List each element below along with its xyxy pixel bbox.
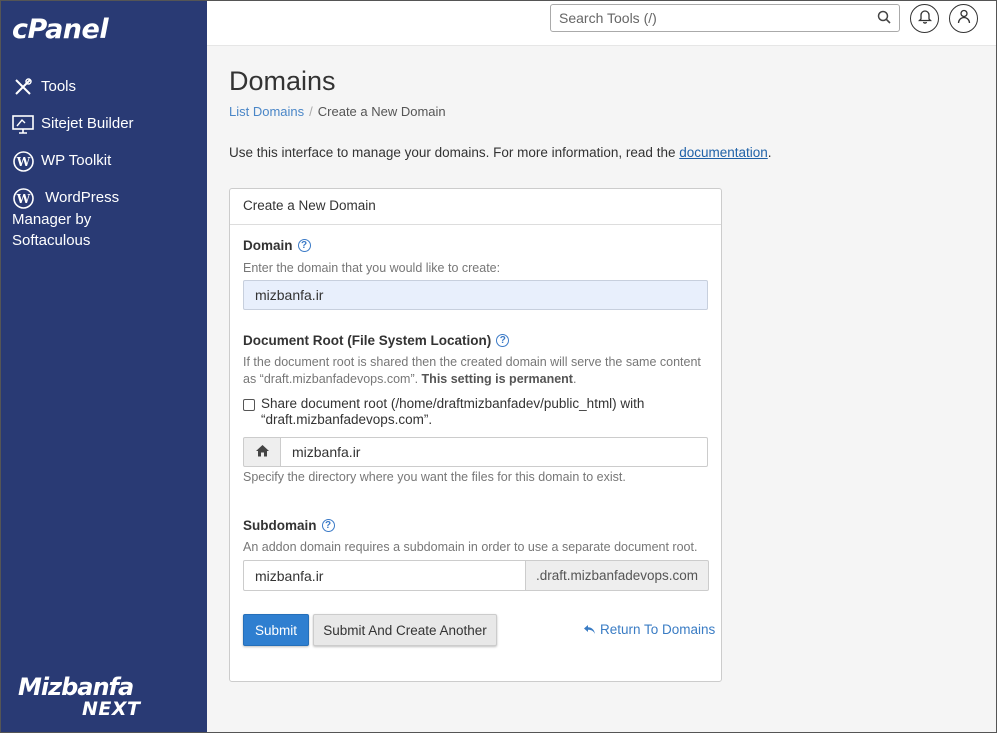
sidebar-item-wordpress-manager[interactable]: W WordPress Manager by Softaculous bbox=[0, 187, 150, 251]
sidebar-item-wp-toolkit[interactable]: W WP Toolkit bbox=[0, 150, 207, 172]
wordpress-icon: W bbox=[12, 150, 34, 172]
help-icon[interactable]: ? bbox=[321, 519, 335, 532]
sitejet-icon bbox=[12, 113, 34, 135]
bell-icon bbox=[917, 9, 932, 29]
domain-label: Domain ? bbox=[243, 238, 311, 253]
submit-and-create-another-button[interactable]: Submit And Create Another bbox=[313, 614, 497, 646]
breadcrumb: List Domains / Create a New Domain bbox=[229, 104, 446, 119]
breadcrumb-current: Create a New Domain bbox=[317, 104, 446, 119]
subdomain-suffix: .draft.mizbanfadevops.com bbox=[525, 560, 709, 591]
domain-label-text: Domain bbox=[243, 238, 293, 253]
home-addon bbox=[243, 437, 281, 467]
documentation-link[interactable]: documentation bbox=[679, 145, 768, 160]
share-docroot-label[interactable]: Share document root (/home/draftmizbanfa… bbox=[261, 396, 703, 428]
sidebar-item-label: Sitejet Builder bbox=[41, 115, 134, 132]
svg-text:W: W bbox=[15, 155, 30, 169]
help-icon[interactable]: ? bbox=[297, 239, 311, 252]
panel-title: Create a New Domain bbox=[230, 189, 721, 225]
share-docroot-row: Share document root (/home/draftmizbanfa… bbox=[243, 396, 703, 428]
return-arrow-icon bbox=[583, 624, 596, 635]
svg-text:W: W bbox=[15, 192, 30, 206]
subdomain-input[interactable]: mizbanfa.ir bbox=[243, 560, 526, 591]
document-root-label: Document Root (File System Location) ? bbox=[243, 333, 510, 348]
hint-period: . bbox=[572, 372, 577, 386]
sidebar-item-sitejet[interactable]: Sitejet Builder bbox=[0, 113, 207, 135]
search-input[interactable] bbox=[551, 5, 861, 31]
permanent-warning: This setting is permanent bbox=[421, 372, 573, 386]
breadcrumb-separator: / bbox=[309, 104, 313, 119]
page-title: Domains bbox=[229, 66, 336, 96]
user-icon bbox=[957, 9, 971, 29]
breadcrumb-list-domains-link[interactable]: List Domains bbox=[229, 104, 304, 119]
cpanel-logo[interactable]: cPanel bbox=[12, 14, 109, 45]
tools-icon bbox=[12, 76, 34, 98]
document-root-after-hint: Specify the directory where you want the… bbox=[243, 470, 626, 484]
submit-button[interactable]: Submit bbox=[243, 614, 309, 646]
sidebar: cPanel Tools Sitejet Builder W WP Toolki… bbox=[0, 0, 207, 733]
return-to-domains-link[interactable]: Return To Domains bbox=[583, 622, 715, 637]
user-menu-button[interactable] bbox=[949, 4, 978, 33]
intro-period: . bbox=[767, 145, 772, 160]
sidebar-nav: Tools Sitejet Builder W WP Toolkit W Wor… bbox=[0, 76, 207, 266]
wordpress-icon: W bbox=[12, 187, 34, 209]
top-bar bbox=[207, 0, 997, 46]
help-icon[interactable]: ? bbox=[496, 334, 510, 347]
subdomain-label-text: Subdomain bbox=[243, 518, 317, 533]
document-root-input[interactable]: mizbanfa.ir bbox=[280, 437, 708, 467]
create-domain-panel: Create a New Domain Domain ? Enter the d… bbox=[229, 188, 722, 682]
domain-input[interactable]: mizbanfa.ir bbox=[243, 280, 708, 310]
return-to-domains-label[interactable]: Return To Domains bbox=[600, 622, 715, 637]
share-docroot-checkbox[interactable] bbox=[243, 399, 255, 411]
search-icon[interactable] bbox=[877, 10, 891, 29]
document-root-hint: If the document root is shared then the … bbox=[243, 354, 713, 388]
home-icon bbox=[255, 444, 270, 460]
sidebar-item-label: Tools bbox=[41, 78, 77, 95]
brand-name: Mizbanfa bbox=[18, 673, 134, 701]
sidebar-item-tools[interactable]: Tools bbox=[0, 76, 207, 98]
brand-tag: NEXT bbox=[82, 698, 141, 720]
mizbanfa-brand-logo: Mizbanfa NEXT bbox=[18, 673, 141, 720]
subdomain-hint: An addon domain requires a subdomain in … bbox=[243, 540, 698, 554]
notifications-button[interactable] bbox=[910, 4, 939, 33]
search-box[interactable] bbox=[550, 4, 900, 32]
subdomain-label: Subdomain ? bbox=[243, 518, 335, 533]
document-root-label-text: Document Root (File System Location) bbox=[243, 333, 492, 348]
intro-text: Use this interface to manage your domain… bbox=[229, 145, 772, 160]
sidebar-item-label: WP Toolkit bbox=[41, 152, 112, 169]
domain-hint: Enter the domain that you would like to … bbox=[243, 261, 501, 275]
intro-sentence: Use this interface to manage your domain… bbox=[229, 145, 680, 160]
